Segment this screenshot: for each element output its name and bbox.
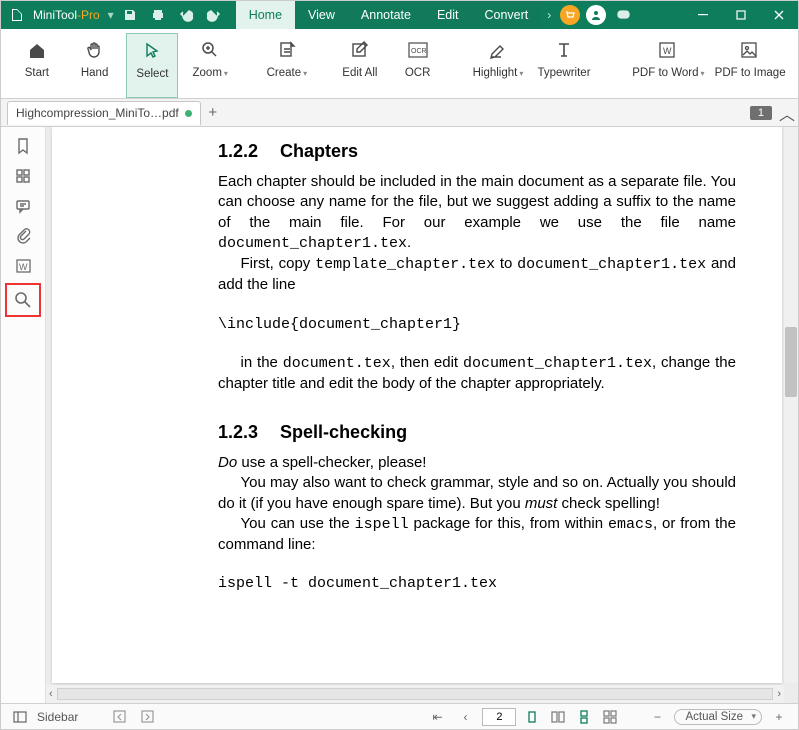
app-name-suffix: -Pro: [77, 8, 100, 22]
ribbon-start[interactable]: Start: [11, 33, 63, 98]
document-tabstrip: Highcompression_MiniTo…pdf + 1 ︿: [1, 99, 798, 127]
word-panel-icon[interactable]: W: [7, 253, 39, 279]
ribbon-create[interactable]: Create▾: [261, 33, 313, 98]
ribbon-select[interactable]: Select: [126, 33, 178, 98]
section-1-para-1: Each chapter should be included in the m…: [218, 172, 736, 254]
section-2-para-1: Do use a spell-checker, please!: [218, 453, 736, 473]
view-single-icon[interactable]: [522, 708, 542, 726]
ribbon-zoom[interactable]: Zoom▾: [184, 33, 236, 98]
edit-icon: [350, 39, 370, 61]
page-number-input[interactable]: [482, 708, 516, 726]
page-badge: 1: [750, 106, 772, 120]
menu-annotate[interactable]: Annotate: [348, 1, 424, 29]
section-1-para-3: in the document.tex, then edit document_…: [218, 353, 736, 395]
undo-icon[interactable]: [172, 1, 200, 29]
hand-icon: [85, 39, 105, 61]
prev-view-button[interactable]: [108, 707, 130, 727]
ribbon-editall[interactable]: Edit All: [334, 33, 386, 98]
close-button[interactable]: [760, 1, 798, 29]
titlebar: MiniTool-Pro ▾ Home View Annotate Edit C…: [1, 1, 798, 29]
main-area: W 1.2.2Chapters Each chapter should be i…: [1, 127, 798, 703]
svg-text:W: W: [663, 46, 672, 56]
document-viewer: 1.2.2Chapters Each chapter should be inc…: [46, 127, 798, 703]
app-name: MiniTool-Pro: [33, 8, 100, 22]
vertical-scrollbar[interactable]: [784, 127, 798, 683]
section-1-heading: 1.2.2Chapters: [218, 141, 736, 162]
document-tab-name: Highcompression_MiniTo…pdf: [16, 106, 179, 120]
account-icon[interactable]: [586, 5, 606, 25]
ribbon-ocr[interactable]: OCR OCR: [392, 33, 444, 98]
pdfimage-icon: [739, 39, 761, 61]
first-page-button[interactable]: ⇤: [426, 707, 448, 727]
view-continuous-icon[interactable]: [574, 708, 594, 726]
sidebar-label: Sidebar: [37, 710, 78, 724]
feedback-icon[interactable]: [609, 1, 637, 29]
ribbon: Start Hand Select Zoom▾ Create▾ Edit All…: [1, 29, 798, 99]
section-2-para-2: You may also want to check grammar, styl…: [218, 473, 736, 514]
cart-icon[interactable]: [560, 5, 580, 25]
minimize-button[interactable]: [684, 1, 722, 29]
code-block-1: \include{document_chapter1}: [218, 316, 736, 333]
highlight-icon: [488, 39, 508, 61]
section-2-heading: 1.2.3Spell-checking: [218, 422, 736, 443]
section-2-para-3: You can use the ispell package for this,…: [218, 514, 736, 556]
ribbon-typewriter[interactable]: Typewriter: [530, 33, 598, 98]
maximize-button[interactable]: [722, 1, 760, 29]
modified-indicator-icon: [185, 110, 192, 117]
bookmark-icon[interactable]: [7, 133, 39, 159]
menu-edit[interactable]: Edit: [424, 1, 472, 29]
attachments-icon[interactable]: [7, 223, 39, 249]
ocr-icon: OCR: [407, 39, 429, 61]
next-view-button[interactable]: [136, 707, 158, 727]
print-icon[interactable]: [144, 1, 172, 29]
pdfword-icon: W: [657, 39, 679, 61]
svg-text:OCR: OCR: [411, 48, 427, 55]
page-content[interactable]: 1.2.2Chapters Each chapter should be inc…: [52, 127, 782, 683]
menu-convert[interactable]: Convert: [472, 1, 542, 29]
zoom-in-button[interactable]: +: [768, 707, 790, 727]
section-1-para-2: First, copy template_chapter.tex to docu…: [218, 254, 736, 296]
add-tab-button[interactable]: +: [201, 104, 225, 121]
ribbon-hand[interactable]: Hand: [69, 33, 121, 98]
zoom-icon: [200, 39, 220, 61]
left-sidebar: W: [1, 127, 46, 703]
ribbon-pdf-to-word[interactable]: W PDF to Word▾: [631, 33, 707, 98]
menu-view[interactable]: View: [295, 1, 348, 29]
typewriter-icon: [554, 39, 574, 61]
app-logo: [6, 4, 28, 26]
home-icon: [27, 39, 47, 61]
app-name-main: MiniTool: [33, 8, 77, 22]
create-icon: [277, 39, 297, 61]
view-facing-icon[interactable]: [548, 708, 568, 726]
collapse-ribbon-icon[interactable]: ︿: [776, 101, 798, 125]
main-menu: Home View Annotate Edit Convert ›: [236, 1, 558, 29]
zoom-out-button[interactable]: −: [646, 707, 668, 727]
sidebar-toggle-icon[interactable]: [9, 707, 31, 727]
ribbon-pdf-to-image[interactable]: PDF to Image: [712, 33, 788, 98]
app-dropdown[interactable]: ▾: [106, 8, 116, 22]
search-icon[interactable]: [5, 283, 41, 317]
status-bar: Sidebar ⇤ ‹ − Actual Size +: [1, 703, 798, 729]
zoom-select[interactable]: Actual Size: [674, 709, 762, 725]
svg-text:W: W: [19, 262, 28, 272]
cursor-icon: [143, 40, 161, 62]
thumbnails-icon[interactable]: [7, 163, 39, 189]
menu-overflow-icon[interactable]: ›: [541, 1, 557, 29]
menu-home[interactable]: Home: [236, 1, 295, 29]
view-continuous-facing-icon[interactable]: [600, 708, 620, 726]
redo-icon[interactable]: [200, 1, 228, 29]
comments-icon[interactable]: [7, 193, 39, 219]
code-block-2: ispell -t document_chapter1.tex: [218, 575, 736, 592]
prev-page-button[interactable]: ‹: [454, 707, 476, 727]
ribbon-highlight[interactable]: Highlight▾: [472, 33, 524, 98]
horizontal-scrollbar[interactable]: ‹›: [46, 685, 784, 703]
document-tab[interactable]: Highcompression_MiniTo…pdf: [7, 101, 201, 125]
save-icon[interactable]: [116, 1, 144, 29]
